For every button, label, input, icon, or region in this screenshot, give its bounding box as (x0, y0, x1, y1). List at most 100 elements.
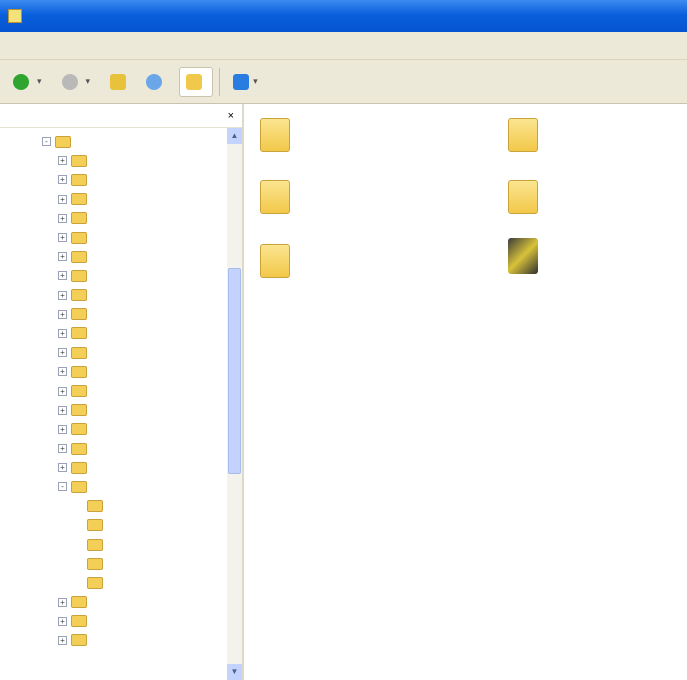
folder-item[interactable] (260, 244, 298, 278)
folder-item[interactable] (260, 118, 298, 152)
folder-icon (508, 118, 538, 152)
expand-icon[interactable]: + (58, 367, 67, 377)
tree-item[interactable]: + (0, 228, 226, 247)
content-pane (246, 104, 687, 680)
menu-item-5[interactable] (94, 44, 102, 48)
scroll-down-arrow-icon[interactable]: ▼ (227, 664, 242, 680)
folder-tree: - + + + + + + + + + + + + + + + + + - + + + (0, 128, 226, 680)
menu-item-1[interactable] (6, 44, 14, 48)
folder-icon (71, 615, 87, 628)
vertical-scrollbar[interactable]: ▲ ▼ (227, 128, 242, 680)
forward-button[interactable]: ▾ (55, 67, 98, 97)
scroll-up-arrow-icon[interactable]: ▲ (227, 128, 242, 144)
expand-icon[interactable]: + (58, 309, 67, 319)
tree-item[interactable]: + (0, 190, 226, 209)
tree-item[interactable] (0, 516, 226, 535)
tree-item[interactable]: + (0, 247, 226, 266)
expand-icon[interactable]: + (58, 616, 67, 626)
expand-icon[interactable]: + (58, 290, 67, 300)
views-dropdown-icon[interactable]: ▾ (253, 76, 258, 87)
back-button[interactable]: ▾ (6, 67, 49, 97)
expand-icon[interactable]: + (58, 463, 67, 473)
folders-button[interactable] (179, 66, 214, 97)
scrollbar-thumb[interactable] (228, 268, 241, 474)
tree-item[interactable]: + (0, 439, 226, 458)
tree-item[interactable] (0, 573, 226, 592)
folder-icon (87, 557, 103, 570)
tree-item[interactable]: + (0, 631, 226, 650)
folder-icon (71, 193, 87, 206)
search-icon (146, 73, 163, 90)
folder-icon (71, 634, 87, 647)
tree-item[interactable]: + (0, 401, 226, 420)
forward-dropdown-icon[interactable]: ▾ (86, 76, 91, 87)
expand-icon[interactable]: + (58, 405, 67, 415)
up-button[interactable] (103, 67, 133, 97)
tree-item[interactable]: - (0, 132, 226, 151)
search-button[interactable] (139, 67, 173, 97)
folder-icon (71, 596, 87, 609)
tree-item[interactable] (0, 497, 226, 516)
expand-icon[interactable]: + (58, 252, 67, 262)
tree-item[interactable]: + (0, 324, 226, 343)
folders-pane-header: × (0, 104, 242, 128)
tree-item[interactable]: + (0, 286, 226, 305)
folder-icon (71, 250, 87, 263)
expand-icon[interactable]: + (58, 424, 67, 434)
collapse-icon[interactable]: - (42, 137, 51, 147)
folder-icon (87, 519, 103, 532)
expand-icon[interactable]: + (58, 213, 67, 223)
folder-item[interactable] (508, 118, 546, 152)
close-icon[interactable]: × (228, 110, 234, 122)
folder-item[interactable] (508, 180, 546, 214)
toolbar-separator (219, 67, 221, 96)
folder-icon (71, 269, 87, 282)
folder-item[interactable] (260, 180, 298, 214)
tree-item[interactable] (0, 554, 226, 573)
tree-item[interactable]: + (0, 420, 226, 439)
expand-icon[interactable]: + (58, 635, 67, 645)
collapse-icon[interactable]: - (58, 482, 67, 492)
expand-icon[interactable]: + (58, 194, 67, 204)
folder-icon (71, 154, 87, 167)
folder-icon (71, 480, 87, 493)
folders-icon (186, 73, 203, 90)
forward-arrow-icon (61, 73, 78, 90)
expand-icon[interactable]: + (58, 156, 67, 166)
back-dropdown-icon[interactable]: ▾ (37, 76, 42, 87)
expand-icon[interactable]: + (58, 597, 67, 607)
menu-item-2[interactable] (28, 44, 36, 48)
tree-item[interactable]: + (0, 209, 226, 228)
folder-icon (87, 500, 103, 513)
tree-item[interactable]: + (0, 593, 226, 612)
folder-icon (87, 538, 103, 551)
tree-item[interactable] (0, 535, 226, 554)
tree-item[interactable]: + (0, 458, 226, 477)
folder-icon (87, 576, 103, 589)
expand-icon[interactable]: + (58, 271, 67, 281)
tree-item[interactable]: + (0, 170, 226, 189)
views-icon (233, 73, 250, 90)
wizard-item[interactable] (508, 238, 546, 274)
menu-item-4[interactable] (72, 44, 80, 48)
expand-icon[interactable]: + (58, 175, 67, 185)
tree-item[interactable]: + (0, 151, 226, 170)
menu-item-3[interactable] (50, 44, 58, 48)
toolbar: ▾ ▾ ▾ (0, 60, 687, 104)
tree-item[interactable]: + (0, 305, 226, 324)
tree-item[interactable]: + (0, 343, 226, 362)
folder-icon (71, 404, 87, 417)
tree-item[interactable]: + (0, 381, 226, 400)
tree-item[interactable]: + (0, 266, 226, 285)
expand-icon[interactable]: + (58, 444, 67, 454)
back-arrow-icon (13, 73, 29, 90)
expand-icon[interactable]: + (58, 328, 67, 338)
views-button[interactable]: ▾ (226, 67, 265, 97)
expand-icon[interactable]: + (58, 233, 67, 243)
tree-item[interactable]: + (0, 362, 226, 381)
tree-item[interactable]: - (0, 477, 226, 496)
tree-item[interactable]: + (0, 612, 226, 631)
expand-icon[interactable]: + (58, 386, 67, 396)
expand-icon[interactable]: + (58, 348, 67, 358)
folder-icon (71, 173, 87, 186)
